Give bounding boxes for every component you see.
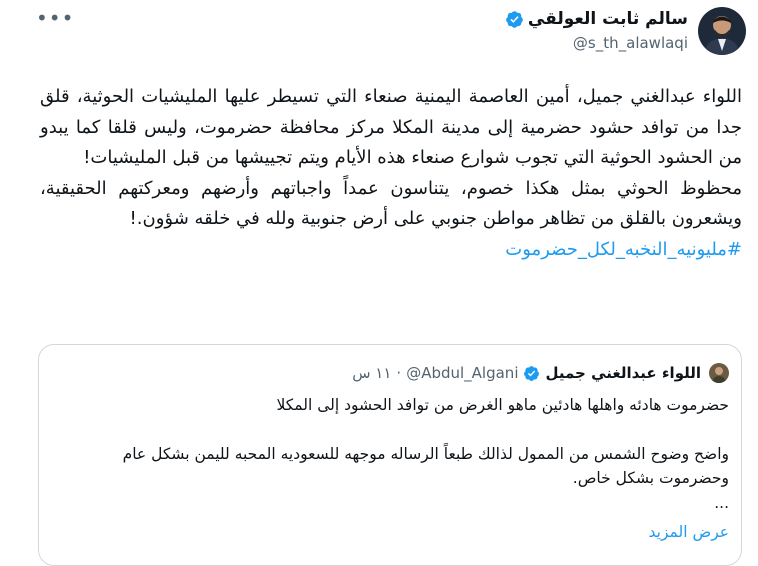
tweet-paragraph: اللواء عبدالغني جميل، أمين العاصمة اليمن… [40, 86, 742, 168]
author-avatar[interactable] [698, 7, 746, 55]
quoted-paragraph: واضح وضوح الشمس من الممول لذالك طبعاً ال… [122, 444, 729, 488]
quoted-tweet-body: حضرموت هادئه واهلها هادئين ماهو الغرض من… [57, 393, 729, 515]
quoted-author-avatar[interactable] [709, 363, 729, 383]
hashtag-link[interactable]: #مليونيه_النخبه_لكل_حضرموت [40, 235, 742, 266]
quoted-author-name[interactable]: اللواء عبدالغني جميل [545, 364, 701, 382]
quoted-tweet-time[interactable]: ١١ س [352, 364, 391, 382]
author-block: سالم ثابت العولقي @s_th_alawlaqi [505, 9, 688, 52]
tweet-body: اللواء عبدالغني جميل، أمين العاصمة اليمن… [40, 82, 742, 265]
quoted-ellipsis: ... [714, 493, 729, 512]
verified-badge-icon [524, 365, 540, 381]
show-more-link[interactable]: عرض المزيد [649, 523, 729, 541]
tweet-paragraph: محظوظ الحوثي بمثل هكذا خصوم، يتناسون عمد… [40, 177, 742, 230]
quoted-tweet-card[interactable]: اللواء عبدالغني جميل @Abdul_Algani · ١١ … [38, 344, 742, 566]
quoted-author-handle[interactable]: @Abdul_Algani [406, 364, 518, 382]
author-name[interactable]: سالم ثابت العولقي [528, 9, 688, 29]
meta-separator: · [396, 364, 402, 382]
quoted-tweet-header: اللواء عبدالغني جميل @Abdul_Algani · ١١ … [352, 363, 729, 383]
verified-badge-icon [506, 10, 523, 28]
author-handle[interactable]: @s_th_alawlaqi [505, 34, 688, 52]
more-options-icon[interactable]: ••• [36, 8, 73, 32]
quoted-paragraph: حضرموت هادئه واهلها هادئين ماهو الغرض من… [276, 396, 729, 414]
